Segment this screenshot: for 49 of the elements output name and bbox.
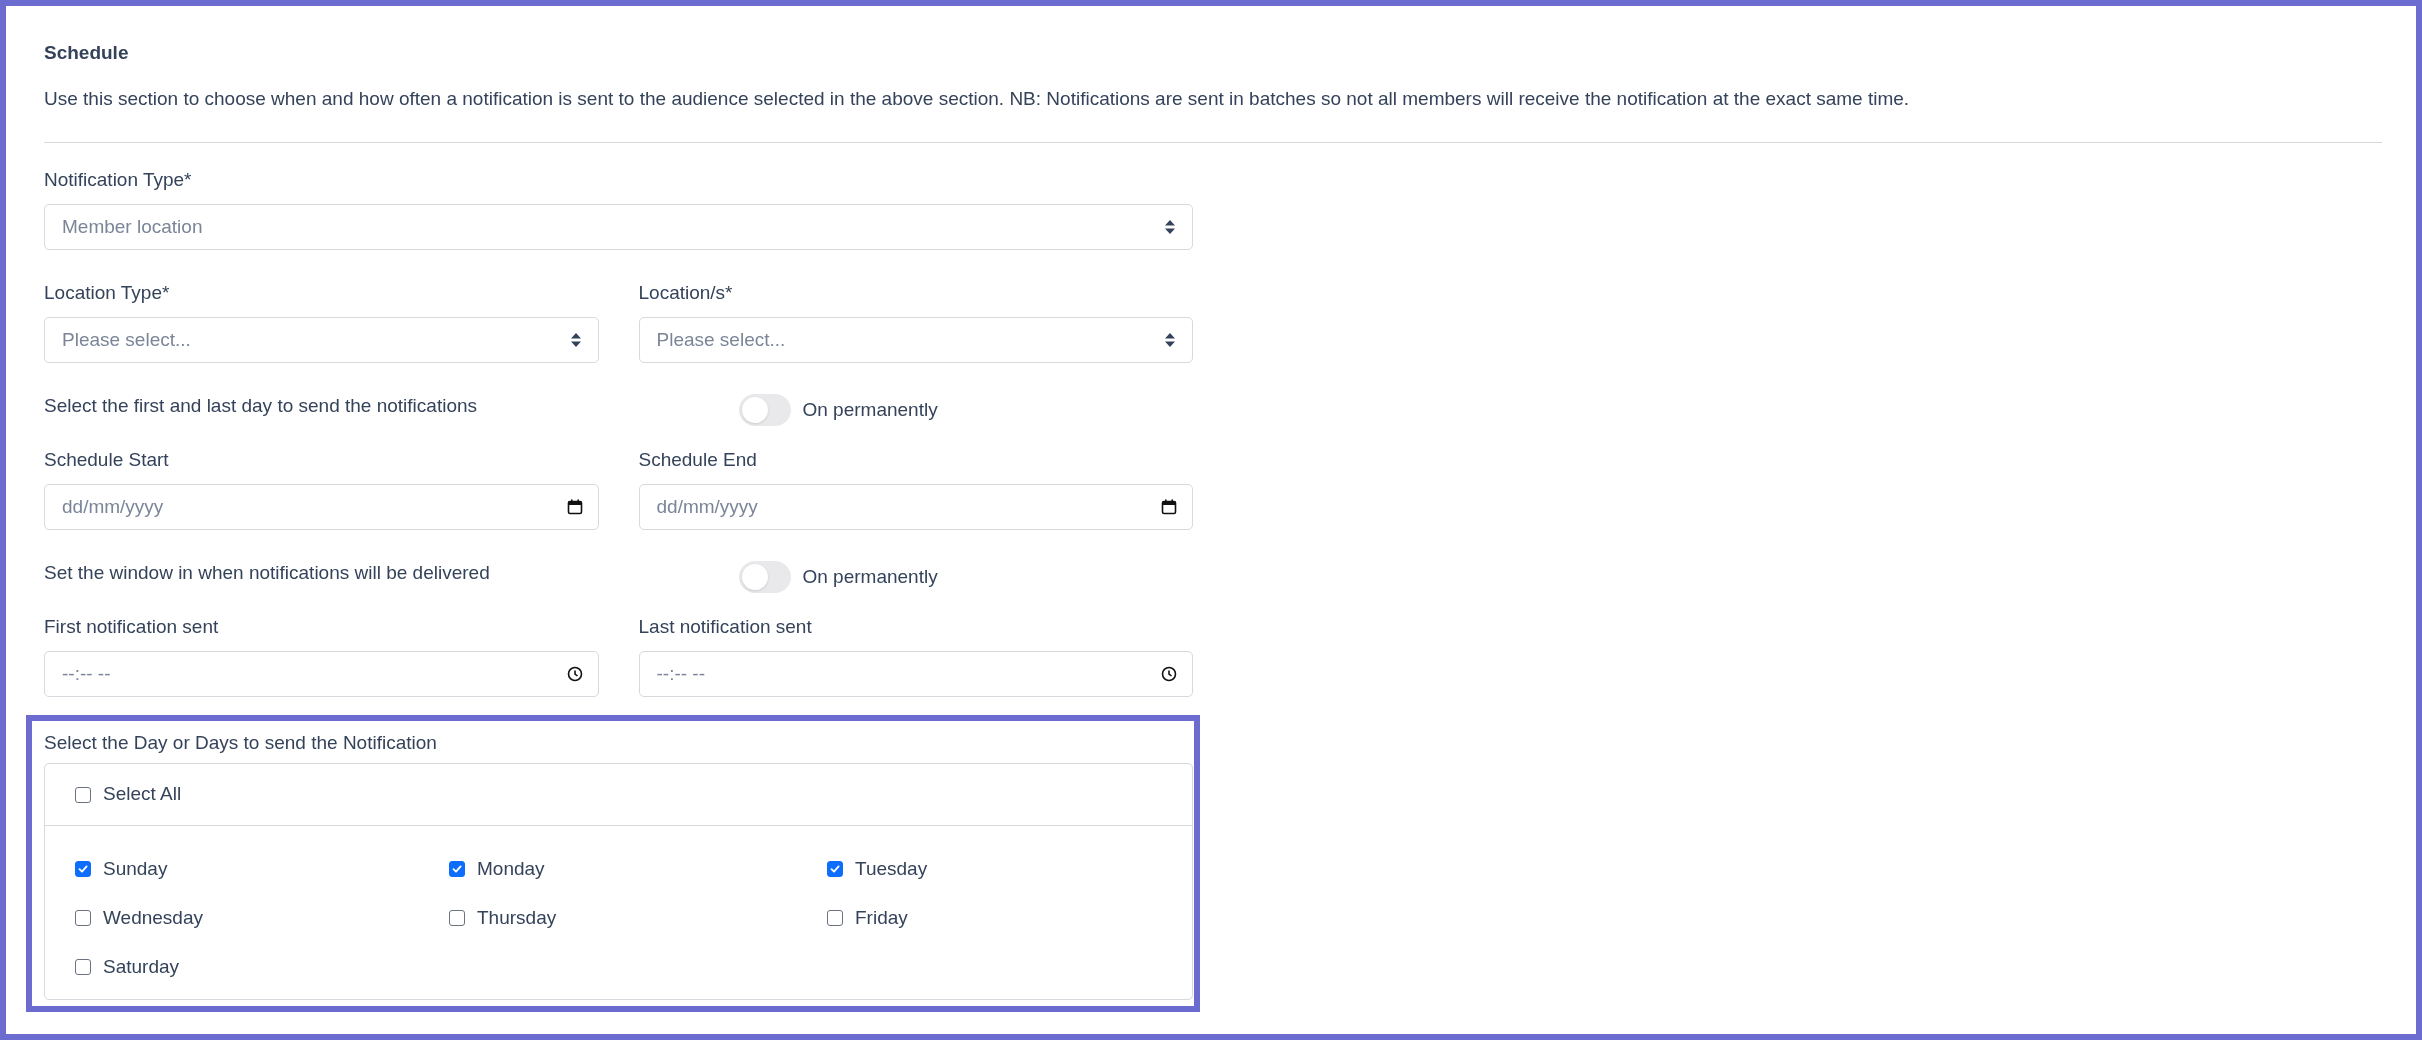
toggle-label: On permanently: [802, 564, 938, 589]
checkbox-label: Friday: [855, 905, 908, 930]
toggle-switch[interactable]: [738, 394, 791, 426]
clock-icon: [566, 666, 583, 682]
checkbox-label: Monday: [477, 856, 545, 881]
input-field[interactable]: dd/mm/yyyy: [638, 484, 1193, 530]
checkbox-label: Sunday: [103, 856, 168, 881]
field-label: Schedule Start: [44, 448, 170, 472]
input-field[interactable]: dd/mm/yyyy: [44, 484, 599, 530]
field-label: Location/s*: [638, 281, 734, 305]
check-icon: [77, 863, 89, 875]
field-label: Notification Type*: [44, 168, 193, 192]
checkbox[interactable]: [449, 861, 465, 877]
field-label: First notification sent: [44, 615, 220, 639]
checkbox[interactable]: [75, 910, 91, 926]
checkbox[interactable]: [449, 910, 465, 926]
select-field[interactable]: Please select...: [44, 317, 599, 363]
calendar-icon: [566, 499, 583, 515]
checkbox-label: Select All: [103, 782, 182, 807]
toggle-label: On permanently: [802, 397, 938, 422]
checkbox[interactable]: [75, 959, 91, 975]
field-label: Select the Day or Days to send the Notification: [44, 731, 438, 755]
check-icon: [451, 863, 463, 875]
sort-arrows-icon: [1164, 219, 1176, 235]
section-description: Use this section to choose when and how often a notification is sent to the audience selected in the above section. NB: Notifications are sent in batches so not all members will receive the notification at the exact same time.: [44, 87, 1911, 111]
section-title: Schedule: [44, 41, 130, 65]
select-field[interactable]: Please select...: [638, 317, 1193, 363]
field-label: Last notification sent: [638, 615, 813, 639]
field-label: Schedule End: [638, 448, 758, 472]
check-icon: [829, 863, 841, 875]
sort-arrows-icon: [1164, 332, 1176, 348]
checkbox[interactable]: [75, 861, 91, 877]
toggle-switch[interactable]: [738, 561, 791, 593]
clock-icon: [1161, 666, 1177, 682]
field-label: Set the window in when notifications will be delivered: [44, 561, 491, 585]
checkbox-label: Saturday: [103, 954, 180, 979]
checkbox[interactable]: [827, 861, 843, 877]
checkbox-label: Tuesday: [855, 856, 928, 881]
field-label: Location Type*: [44, 281, 171, 305]
select-field[interactable]: Member location: [44, 204, 1193, 250]
input-field[interactable]: --:-- --: [638, 651, 1193, 697]
checkbox[interactable]: [827, 910, 843, 926]
sort-arrows-icon: [569, 332, 582, 348]
checkbox-label: Wednesday: [103, 905, 203, 930]
checkbox[interactable]: [75, 786, 91, 803]
input-field[interactable]: --:-- --: [44, 651, 599, 697]
calendar-icon: [1161, 499, 1177, 515]
checkbox-label: Thursday: [477, 905, 557, 930]
field-label: Select the first and last day to send the notifications: [44, 394, 479, 418]
